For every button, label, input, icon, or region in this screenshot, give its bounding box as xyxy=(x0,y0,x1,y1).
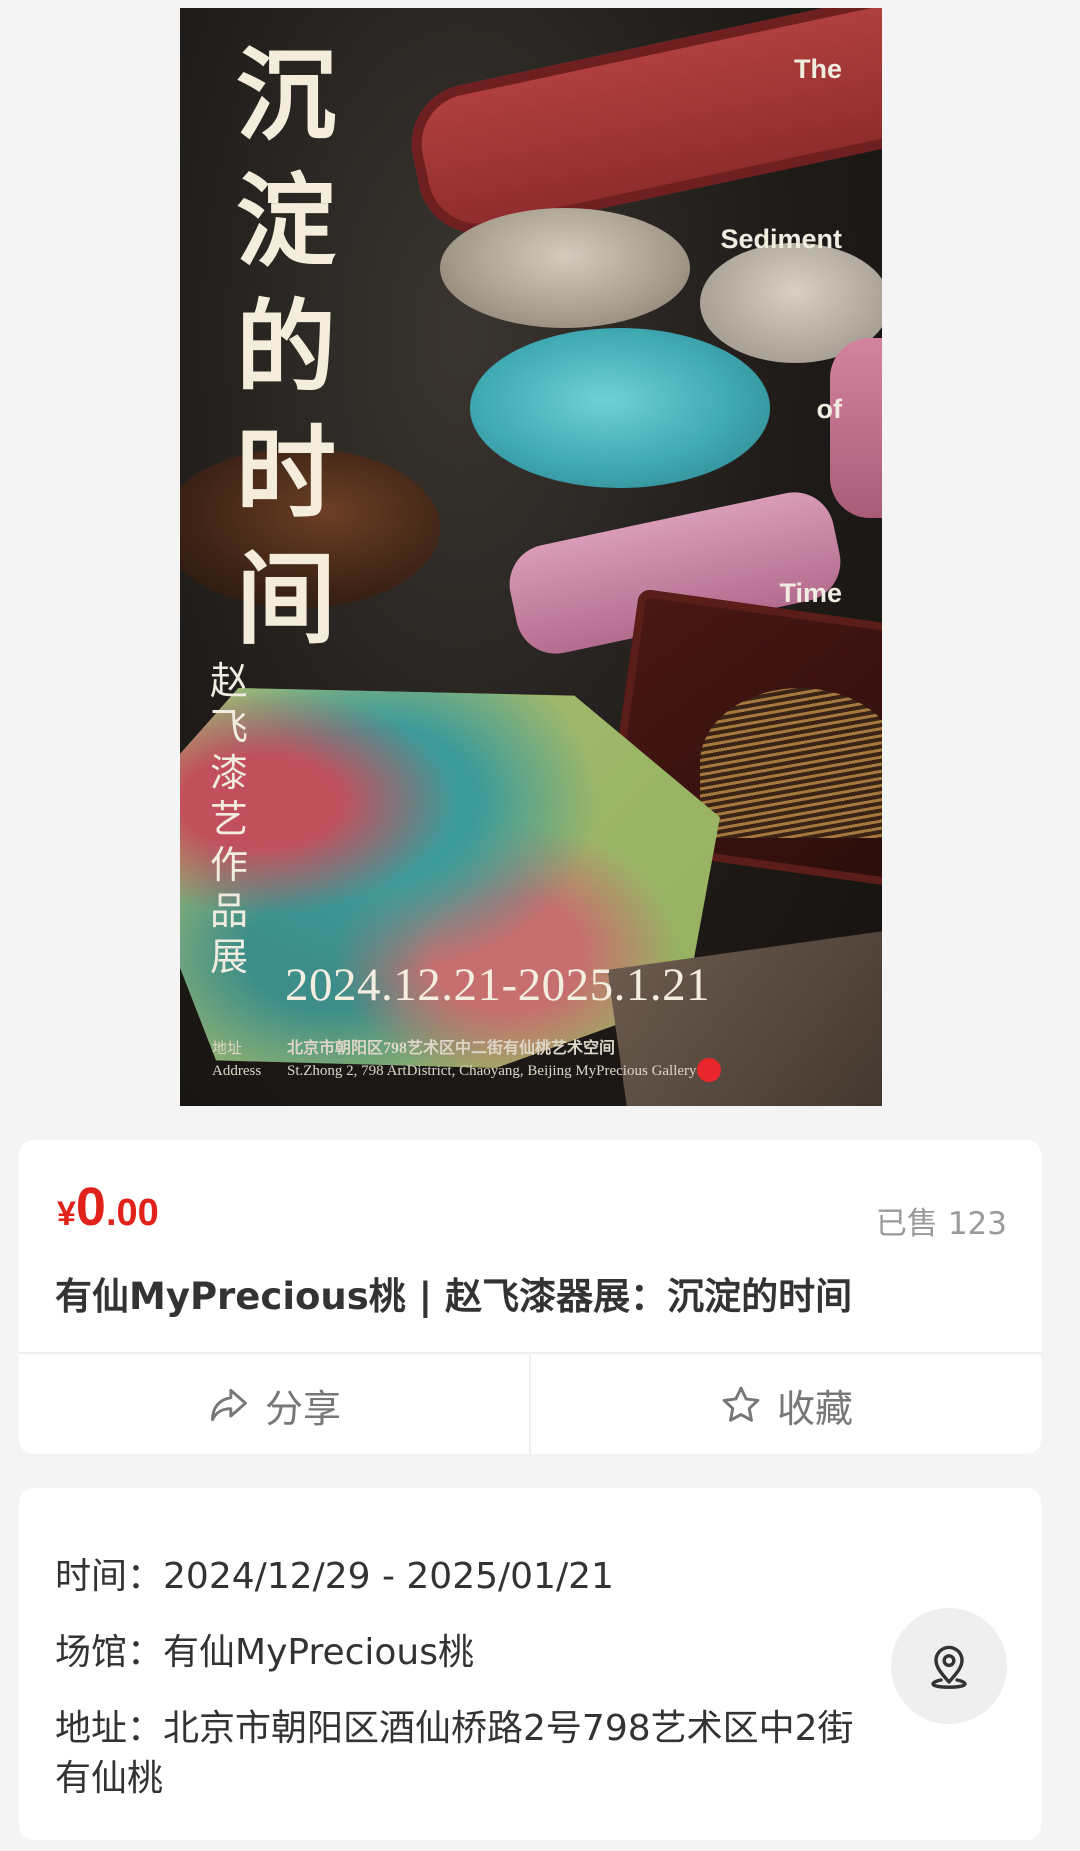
pink-cup xyxy=(830,338,882,518)
teal-bowl xyxy=(470,328,770,488)
exhibition-poster[interactable]: 沉 淀 的 时 间 The Sediment of Time 赵 飞 漆 艺 作… xyxy=(180,8,882,1106)
info-venue: 场馆：有仙MyPrecious桃 xyxy=(55,1628,474,1678)
poster-title-en-1: The xyxy=(793,54,842,84)
address-label: 地址： xyxy=(55,1708,164,1749)
poster-title-en-4: Time xyxy=(779,578,842,608)
price-decimal: .00 xyxy=(105,1192,159,1234)
poster-dates: 2024.12.21-2025.1.21 xyxy=(285,959,711,1011)
poster-title-en-3: of xyxy=(816,394,842,424)
gold-pattern-tray xyxy=(700,688,882,838)
poster-address: 北京市朝阳区798艺术区中二街有仙桃艺术空间 St.Zhong 2, 798 A… xyxy=(287,1040,697,1079)
poster-title-en-2: Sediment xyxy=(720,224,842,254)
product-card: ¥0.00 已售 123 有仙MyPrecious桃 | 赵飞漆器展：沉淀的时间 … xyxy=(19,1140,1041,1456)
favorite-label: 收藏 xyxy=(776,1386,853,1431)
carousel-indicator-dot[interactable] xyxy=(697,1058,721,1082)
poster-address-label: 地址 Address xyxy=(212,1041,262,1079)
info-card: 时间：2024/12/29 - 2025/01/21 场馆：有仙MyPrecio… xyxy=(19,1488,1041,1840)
price: ¥0.00 xyxy=(57,1176,159,1238)
red-lacquer-tray xyxy=(400,8,882,245)
product-title: 有仙MyPrecious桃 | 赵飞漆器展：沉淀的时间 xyxy=(55,1275,853,1318)
star-icon xyxy=(722,1386,760,1422)
venue-label: 场馆： xyxy=(55,1632,164,1673)
exhibition-detail-page: 沉 淀 的 时 间 The Sediment of Time 赵 飞 漆 艺 作… xyxy=(0,0,1080,1851)
info-address: 地址：北京市朝阳区酒仙桥路2号798艺术区中2街有仙桃 xyxy=(55,1704,875,1804)
action-bar: 分享 收藏 xyxy=(19,1352,1041,1456)
location-pin-icon xyxy=(931,1645,967,1689)
price-integer: 0 xyxy=(75,1177,106,1237)
sold-count: 已售 123 xyxy=(875,1206,1007,1242)
price-currency: ¥ xyxy=(57,1195,76,1233)
share-button[interactable]: 分享 xyxy=(19,1354,529,1456)
poster-title-cn: 沉 淀 的 时 间 xyxy=(236,36,336,658)
address-value: 北京市朝阳区酒仙桥路2号798艺术区中2街有仙桃 xyxy=(55,1708,854,1799)
poster-artist: 赵 飞 漆 艺 作 品 展 xyxy=(209,659,248,979)
stone-bowl xyxy=(440,208,690,328)
time-label: 时间： xyxy=(55,1556,164,1597)
share-label: 分享 xyxy=(264,1386,341,1431)
info-time: 时间：2024/12/29 - 2025/01/21 xyxy=(55,1552,614,1602)
time-value: 2024/12/29 - 2025/01/21 xyxy=(163,1556,614,1597)
favorite-button[interactable]: 收藏 xyxy=(529,1354,1041,1456)
map-location-button[interactable] xyxy=(891,1608,1007,1724)
venue-value: 有仙MyPrecious桃 xyxy=(163,1632,475,1673)
share-icon xyxy=(211,1388,247,1422)
